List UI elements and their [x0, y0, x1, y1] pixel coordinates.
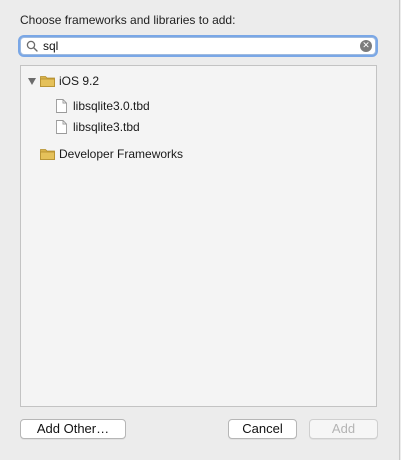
add-button[interactable]: Add [309, 419, 378, 439]
clear-search-icon[interactable]: ✕ [360, 40, 372, 52]
search-icon [26, 40, 38, 52]
tree-group-label: Developer Frameworks [59, 147, 184, 161]
search-input[interactable]: sql [43, 39, 58, 54]
tree-item-label: libsqlite3.0.tbd [73, 99, 150, 113]
folder-icon [40, 149, 55, 160]
search-field[interactable]: sql ✕ [20, 37, 376, 55]
tree-group-ios[interactable]: iOS 9.2 [21, 72, 376, 90]
tree-item[interactable]: libsqlite3.tbd [21, 118, 376, 136]
add-frameworks-sheet: Choose frameworks and libraries to add: … [0, 0, 400, 460]
framework-tree[interactable]: iOS 9.2 libsqlite3.0.tbd libsqlite3.tbd … [20, 65, 377, 407]
dialog-prompt: Choose frameworks and libraries to add: [20, 13, 236, 27]
add-other-button[interactable]: Add Other… [20, 419, 126, 439]
tree-item[interactable]: libsqlite3.0.tbd [21, 97, 376, 115]
cancel-button[interactable]: Cancel [228, 419, 297, 439]
file-icon [56, 120, 67, 134]
tree-item-label: libsqlite3.tbd [73, 120, 140, 134]
file-icon [56, 99, 67, 113]
folder-icon [40, 76, 55, 87]
tree-group-label: iOS 9.2 [59, 74, 100, 88]
disclosure-triangle-expanded-icon[interactable] [28, 78, 36, 85]
tree-group-developer-frameworks[interactable]: Developer Frameworks [21, 145, 376, 163]
